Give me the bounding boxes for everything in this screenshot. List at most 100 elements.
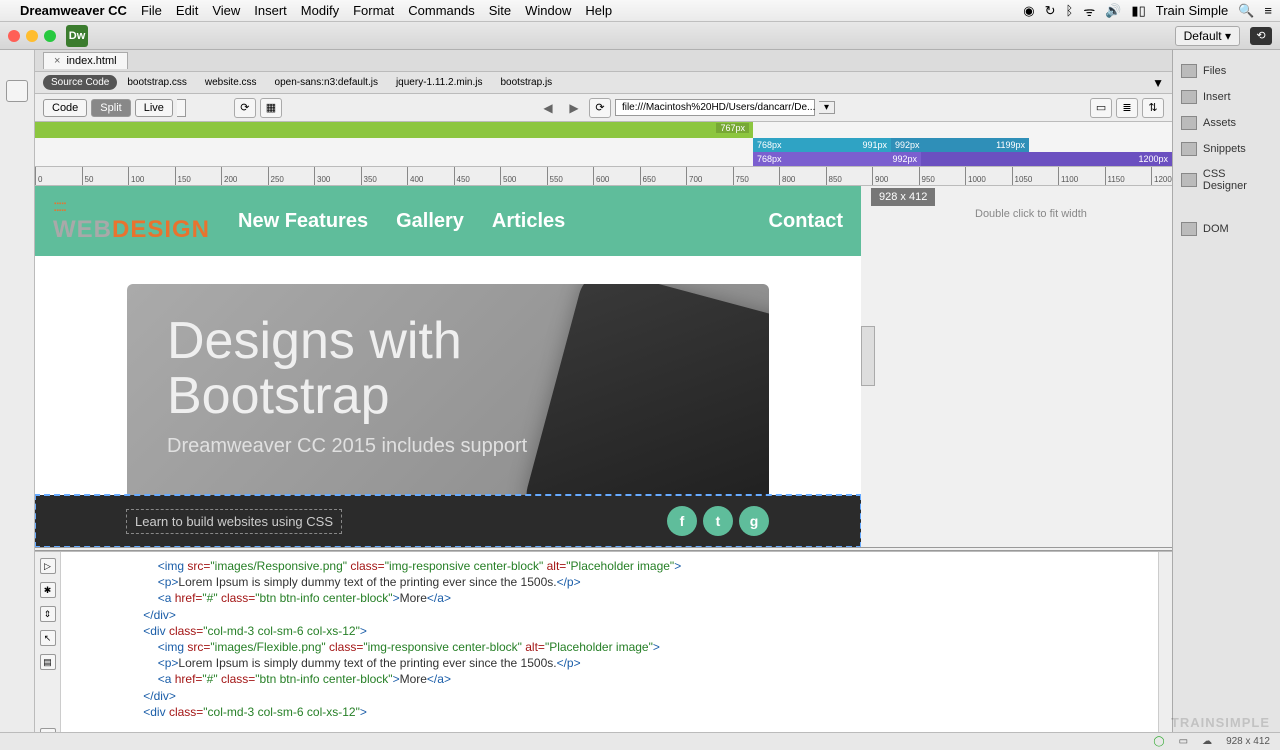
close-window-button[interactable] xyxy=(8,30,20,42)
expand-panels-button[interactable] xyxy=(6,80,28,102)
wifi-icon[interactable]: ᯤ xyxy=(1083,2,1095,20)
related-file[interactable]: bootstrap.css xyxy=(119,75,194,90)
window-titlebar: Dw Default ▾ ⟲ xyxy=(0,22,1280,50)
code-view: ▷ ✱ ⇕ ↖ ▤ » <img src="images/Responsive.… xyxy=(35,551,1172,750)
breakpoint-seg[interactable]: 768px991px xyxy=(753,138,891,152)
related-file[interactable]: bootstrap.js xyxy=(492,75,560,90)
panel-css-designer[interactable]: CSS Designer xyxy=(1173,162,1280,198)
panel-assets[interactable]: Assets xyxy=(1173,110,1280,136)
ruler: 0501001502002503003504004505005506006507… xyxy=(35,166,1172,186)
volume-icon[interactable]: 🔊 xyxy=(1105,3,1121,19)
google-icon[interactable]: g xyxy=(739,506,769,536)
cc-icon[interactable]: ◉ xyxy=(1023,3,1034,19)
vertical-scrollbar[interactable] xyxy=(1158,552,1172,736)
address-bar[interactable]: file:///Macintosh%20HD/Users/dancarr/De.… xyxy=(615,99,815,116)
menu-insert[interactable]: Insert xyxy=(254,3,287,18)
viewport-resize-handle[interactable] xyxy=(861,326,875,386)
menu-file[interactable]: File xyxy=(141,3,162,18)
live-preview-area: ::::: WEBDESIGN New Features Gallery Art… xyxy=(35,186,1172,551)
document-toolbar: Code Split Live ⟳ ▦ ◀ ▶ ⟳ file:///Macint… xyxy=(35,94,1172,122)
hero-subtitle: Dreamweaver CC 2015 includes support xyxy=(167,435,729,458)
insert-icon xyxy=(1181,90,1197,104)
nav-link[interactable]: New Features xyxy=(238,210,368,233)
related-file-source[interactable]: Source Code xyxy=(43,75,117,90)
facebook-icon[interactable]: f xyxy=(667,506,697,536)
hero-title: Designs withBootstrap xyxy=(167,314,729,423)
breakpoint-seg[interactable]: 992px1199px xyxy=(891,138,1029,152)
split-view-button[interactable]: Split xyxy=(91,99,130,117)
breakpoint-seg[interactable]: 768px992px xyxy=(753,152,921,166)
filter-icon[interactable]: ▼ xyxy=(1152,76,1164,90)
dom-icon xyxy=(1181,222,1197,236)
breakpoint-seg[interactable]: 1200px xyxy=(921,152,1172,166)
files-icon xyxy=(1181,64,1197,78)
related-file[interactable]: jquery-1.11.2.min.js xyxy=(388,75,491,90)
document-tab[interactable]: × index.html xyxy=(43,52,128,69)
bluetooth-icon[interactable]: ᛒ xyxy=(1066,3,1074,18)
nav-back-button[interactable]: ◀ xyxy=(537,101,559,115)
device-preview-icon[interactable]: ▭ xyxy=(1179,736,1188,747)
toggle-view-button[interactable]: ▭ xyxy=(1090,98,1112,118)
live-view-button[interactable]: Live xyxy=(135,99,173,117)
workspace-switcher[interactable]: Default ▾ xyxy=(1175,26,1240,46)
code-editor[interactable]: <img src="images/Responsive.png" class="… xyxy=(61,552,1172,750)
panel-dock: Files Insert Assets Snippets CSS Designe… xyxy=(1172,50,1280,750)
live-preview-viewport[interactable]: ::::: WEBDESIGN New Features Gallery Art… xyxy=(35,186,861,547)
code-view-button[interactable]: Code xyxy=(43,99,87,117)
site-navbar: ::::: WEBDESIGN New Features Gallery Art… xyxy=(35,186,861,256)
tab-label: index.html xyxy=(66,55,116,67)
twitter-icon[interactable]: t xyxy=(703,506,733,536)
viewport-dimensions: 928 x 412 xyxy=(871,188,935,206)
address-dropdown[interactable]: ▾ xyxy=(819,101,835,114)
fit-width-hint: Double click to fit width xyxy=(975,208,1087,220)
menu-site[interactable]: Site xyxy=(489,3,511,18)
refresh-button[interactable]: ⟳ xyxy=(589,98,611,118)
live-view-dropdown[interactable] xyxy=(177,99,186,117)
minimize-window-button[interactable] xyxy=(26,30,38,42)
sync-status-icon[interactable]: ↻ xyxy=(1045,3,1056,19)
user-name[interactable]: Train Simple xyxy=(1156,3,1228,18)
expand-tool-icon[interactable]: ⇕ xyxy=(40,606,56,622)
menu-format[interactable]: Format xyxy=(353,3,394,18)
menu-window[interactable]: Window xyxy=(525,3,571,18)
line-numbers-icon[interactable]: ▤ xyxy=(40,654,56,670)
footer-text: Learn to build websites using CSS xyxy=(127,510,341,533)
breakpoint-bar-green[interactable]: 767px xyxy=(35,122,753,138)
collapse-tool-icon[interactable]: ✱ xyxy=(40,582,56,598)
panel-snippets[interactable]: Snippets xyxy=(1173,136,1280,162)
spotlight-icon[interactable]: 🔍 xyxy=(1238,3,1254,19)
menu-edit[interactable]: Edit xyxy=(176,3,198,18)
list-view-button[interactable]: ≣ xyxy=(1116,98,1138,118)
nav-link[interactable]: Gallery xyxy=(396,210,464,233)
inspect-button[interactable]: ▦ xyxy=(260,98,282,118)
nav-link[interactable]: Articles xyxy=(492,210,565,233)
site-logo: ::::: WEBDESIGN xyxy=(53,198,210,244)
zoom-window-button[interactable] xyxy=(44,30,56,42)
nav-contact[interactable]: Contact xyxy=(769,210,843,233)
left-tool-gutter xyxy=(0,50,35,750)
live-options-button[interactable]: ⟳ xyxy=(234,98,256,118)
battery-icon[interactable]: ▮▯ xyxy=(1131,3,1145,19)
menu-view[interactable]: View xyxy=(212,3,240,18)
close-tab-icon[interactable]: × xyxy=(54,55,60,67)
panel-dom[interactable]: DOM xyxy=(1173,216,1280,242)
document-tabs: × index.html xyxy=(35,50,1172,72)
status-sync-icon[interactable]: ☁ xyxy=(1202,736,1212,747)
hero-carousel: Designs withBootstrap Dreamweaver CC 201… xyxy=(127,284,769,499)
menu-extras-icon[interactable]: ≡ xyxy=(1264,3,1272,18)
panel-insert[interactable]: Insert xyxy=(1173,84,1280,110)
settings-button[interactable]: ⇅ xyxy=(1142,98,1164,118)
related-file[interactable]: website.css xyxy=(197,75,265,90)
related-file[interactable]: open-sans:n3:default.js xyxy=(267,75,386,90)
select-tool-icon[interactable]: ▷ xyxy=(40,558,56,574)
panel-files[interactable]: Files xyxy=(1173,58,1280,84)
related-files-bar: Source Code bootstrap.css website.css op… xyxy=(35,72,1172,94)
code-toolbar: ▷ ✱ ⇕ ↖ ▤ » xyxy=(35,552,61,750)
app-name[interactable]: Dreamweaver CC xyxy=(20,3,127,18)
nav-forward-button[interactable]: ▶ xyxy=(563,101,585,115)
select-parent-icon[interactable]: ↖ xyxy=(40,630,56,646)
sync-settings-button[interactable]: ⟲ xyxy=(1250,27,1272,45)
menu-commands[interactable]: Commands xyxy=(408,3,474,18)
menu-help[interactable]: Help xyxy=(585,3,612,18)
menu-modify[interactable]: Modify xyxy=(301,3,339,18)
